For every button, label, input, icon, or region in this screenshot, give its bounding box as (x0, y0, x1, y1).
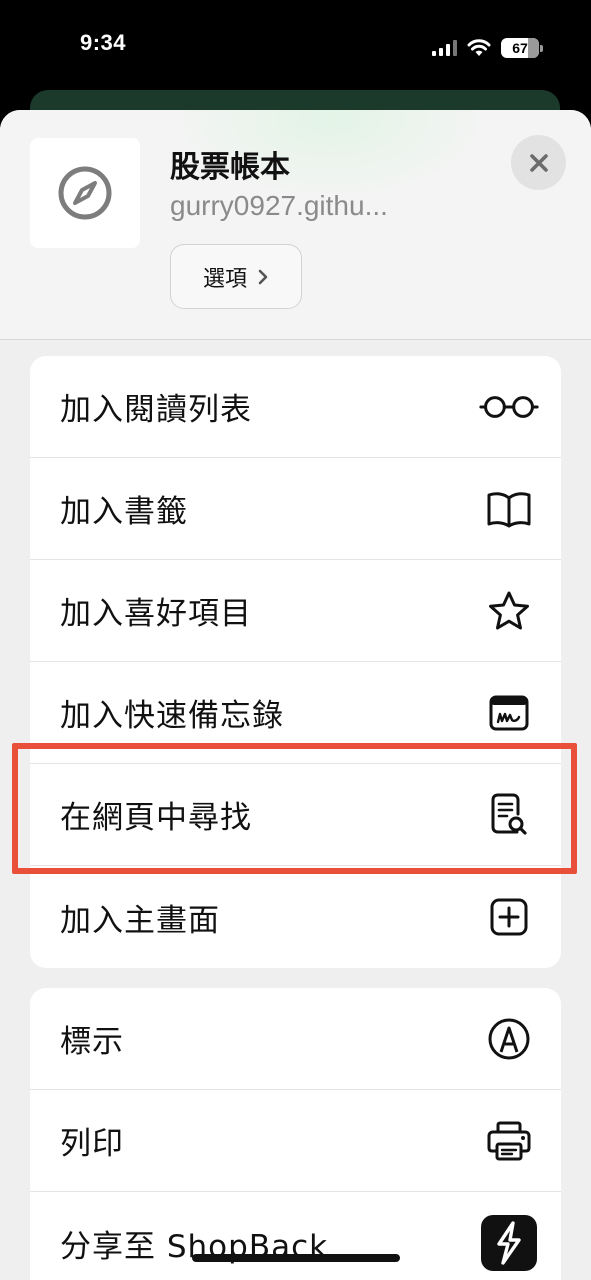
printer-icon (479, 1111, 539, 1171)
wifi-icon (467, 39, 491, 56)
menu-item-label: 加入書籤 (60, 494, 188, 530)
status-icons: 67 (432, 36, 543, 60)
options-button[interactable]: 選項 (170, 244, 302, 309)
add-to-home-screen-item[interactable]: 加入主畫面 (30, 866, 561, 968)
markup-item[interactable]: 標示 (30, 988, 561, 1090)
glasses-icon (479, 377, 539, 437)
add-quick-note-item[interactable]: 加入快速備忘錄 (30, 662, 561, 764)
status-bar: 9:34 67 (0, 0, 591, 100)
plus-square-icon (479, 887, 539, 947)
battery-indicator: 67 (501, 38, 539, 58)
menu-item-label: 加入喜好項目 (60, 596, 252, 632)
share-sheet-header: 股票帳本 gurry0927.githu... 選項 (0, 110, 591, 340)
close-button[interactable] (511, 135, 566, 190)
add-to-reading-list-item[interactable]: 加入閱讀列表 (30, 356, 561, 458)
menu-item-label: 加入快速備忘錄 (60, 698, 284, 734)
quick-note-icon (479, 683, 539, 743)
home-indicator[interactable] (192, 1254, 400, 1262)
menu-item-label: 列印 (60, 1126, 124, 1162)
find-on-page-item[interactable]: 在網頁中尋找 (30, 764, 561, 866)
site-thumbnail (30, 138, 140, 248)
site-url: gurry0927.githu... (170, 190, 388, 221)
add-bookmark-item[interactable]: 加入書籤 (30, 458, 561, 560)
add-to-favorites-item[interactable]: 加入喜好項目 (30, 560, 561, 662)
book-icon (479, 479, 539, 539)
cellular-signal-icon (432, 40, 457, 56)
status-time: 9:34 (80, 30, 127, 55)
share-sheet: 股票帳本 gurry0927.githu... 選項 加入閱讀列表 加入書籤 加… (0, 110, 591, 1280)
close-icon (529, 153, 548, 172)
print-item[interactable]: 列印 (30, 1090, 561, 1192)
actions-group-primary: 加入閱讀列表 加入書籤 加入喜好項目 加入快速備忘錄 在網頁中尋找 加入主畫面 (30, 356, 561, 968)
star-icon (479, 581, 539, 641)
menu-item-label: 加入閱讀列表 (60, 392, 252, 428)
markup-pen-icon (479, 1009, 539, 1069)
safari-compass-icon (58, 166, 112, 220)
shopback-logo-icon (479, 1213, 539, 1273)
menu-item-label: 在網頁中尋找 (60, 800, 252, 836)
share-to-shopback-item[interactable]: 分享至 ShopBack (30, 1192, 561, 1280)
menu-item-label: 標示 (60, 1024, 124, 1060)
find-document-icon (479, 785, 539, 845)
site-title: 股票帳本 (170, 150, 290, 185)
chevron-right-icon (258, 269, 268, 284)
menu-item-label: 加入主畫面 (60, 902, 220, 939)
options-label: 選項 (202, 266, 247, 292)
actions-group-secondary: 標示 列印 分享至 ShopBack (30, 988, 561, 1280)
